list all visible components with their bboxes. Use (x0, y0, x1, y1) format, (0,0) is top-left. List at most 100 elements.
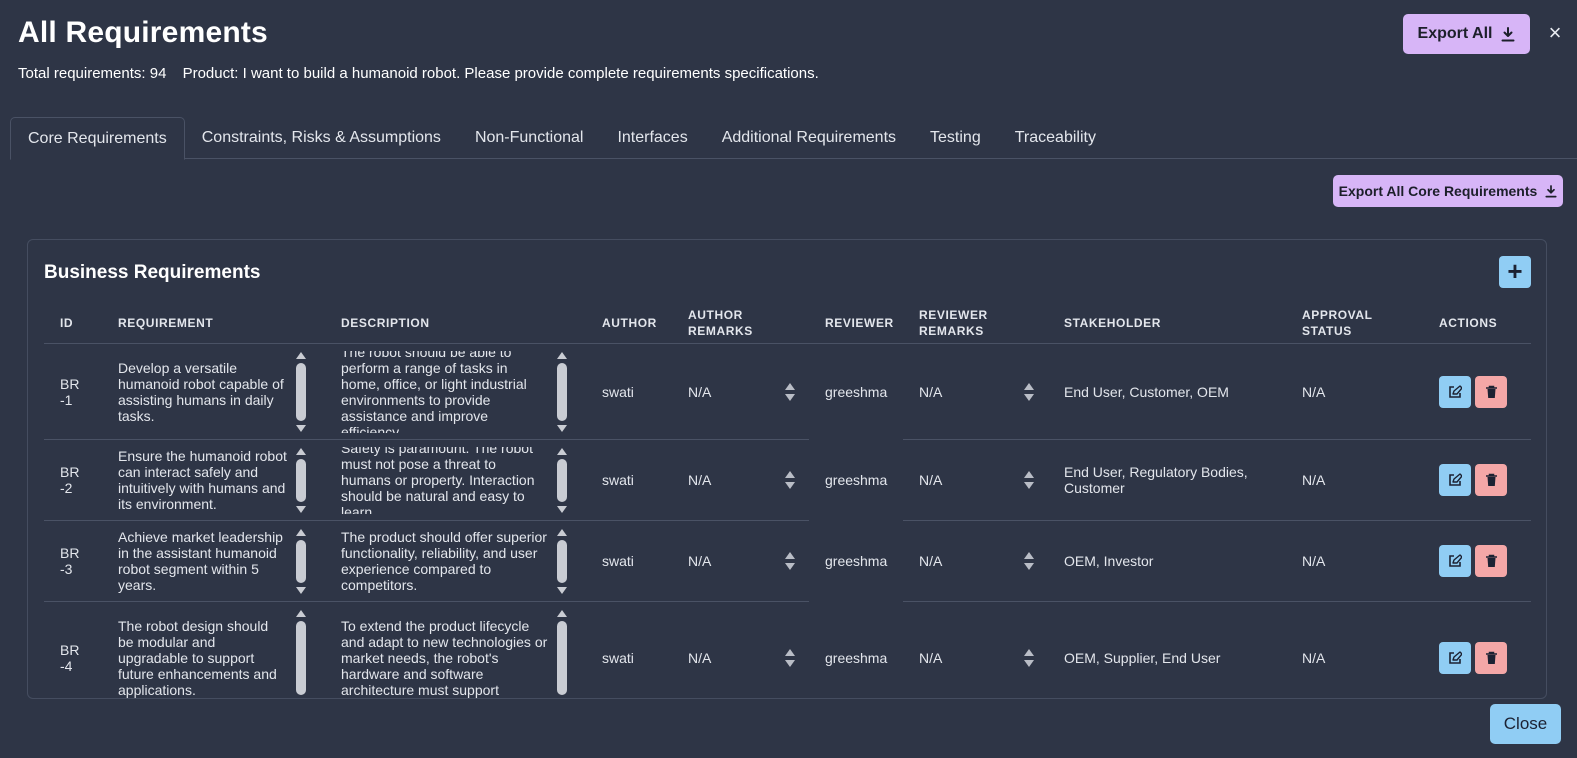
requirement-id: BR-3 (60, 545, 80, 577)
cell-stakeholder: End User, Regulatory Bodies, Customer (1048, 439, 1286, 521)
close-button[interactable]: Close (1490, 704, 1561, 744)
tab-additional-requirements[interactable]: Additional Requirements (705, 117, 913, 159)
scroll-up-icon[interactable] (296, 351, 306, 359)
scrollbar[interactable] (295, 609, 307, 698)
reviewer-text: greeshma (825, 383, 888, 400)
tab-traceability[interactable]: Traceability (998, 117, 1113, 159)
tab-bar: Core Requirements Constraints, Risks & A… (10, 117, 1577, 160)
delete-button[interactable] (1475, 641, 1507, 674)
scroll-thumb[interactable] (557, 362, 567, 421)
edit-button[interactable] (1439, 641, 1471, 674)
table-row: BR-4 The robot design should be modular a… (44, 602, 1531, 699)
scroll-down-icon[interactable] (557, 424, 567, 432)
tab-core-requirements[interactable]: Core Requirements (10, 117, 185, 160)
description-textarea[interactable]: The robot should be able to perform a ra… (341, 351, 570, 433)
scroll-up-icon[interactable] (557, 528, 567, 536)
table-row: BR-2 Ensure the humanoid robot can intera… (44, 439, 1531, 521)
description-text: To extend the product lifecycle and adap… (341, 617, 548, 698)
delete-button[interactable] (1475, 545, 1507, 577)
scrollbar[interactable] (556, 447, 568, 514)
page-subtitle: Total requirements: 94 Product: I want t… (18, 65, 831, 82)
description-textarea[interactable]: To extend the product lifecycle and adap… (341, 609, 570, 698)
col-header-reviewer: REVIEWER (809, 303, 903, 344)
edit-button[interactable] (1439, 545, 1471, 577)
scroll-thumb[interactable] (557, 620, 567, 695)
scroll-up-icon[interactable] (557, 447, 567, 455)
delete-button[interactable] (1475, 375, 1507, 408)
cell-reviewer: greeshma (809, 344, 903, 440)
author-remarks-select[interactable]: N/A (672, 520, 809, 602)
edit-button[interactable] (1439, 375, 1471, 408)
reviewer-remarks-select[interactable]: N/A (903, 602, 1048, 699)
trash-icon (1485, 554, 1497, 567)
scroll-thumb[interactable] (296, 362, 306, 421)
cell-description: Safety is paramount. The robot must not … (325, 439, 586, 521)
col-header-author: AUTHOR (586, 303, 672, 344)
tab-constraints-risks-assumptions[interactable]: Constraints, Risks & Assumptions (185, 117, 458, 159)
author-remarks-select[interactable]: N/A (672, 602, 809, 699)
scroll-down-icon[interactable] (296, 586, 306, 594)
col-header-stakeholder: STAKEHOLDER (1048, 303, 1286, 344)
requirement-textarea[interactable]: The robot design should be modular and u… (118, 609, 309, 698)
scrollbar[interactable] (556, 351, 568, 433)
edit-button[interactable] (1439, 464, 1471, 496)
scrollbar[interactable] (556, 609, 568, 698)
export-all-button[interactable]: Export All (1403, 14, 1530, 54)
scroll-thumb[interactable] (557, 458, 567, 502)
cell-actions (1423, 343, 1531, 440)
tab-non-functional[interactable]: Non-Functional (458, 117, 601, 159)
requirement-textarea[interactable]: Develop a versatile humanoid robot capab… (118, 351, 309, 433)
requirement-textarea[interactable]: Achieve market leadership in the assista… (118, 528, 309, 595)
approval-status-text: N/A (1302, 383, 1326, 400)
author-remarks-select[interactable]: N/A (672, 439, 809, 521)
scroll-thumb[interactable] (296, 458, 306, 502)
reviewer-text: greeshma (825, 472, 888, 488)
export-all-label: Export All (1417, 25, 1493, 42)
scroll-down-icon[interactable] (557, 505, 567, 513)
scroll-down-icon[interactable] (557, 586, 567, 594)
scroll-up-icon[interactable] (296, 528, 306, 536)
close-icon[interactable]: × (1543, 22, 1567, 46)
reviewer-remarks-select[interactable]: N/A (903, 520, 1048, 602)
edit-icon (1449, 651, 1462, 664)
scroll-thumb[interactable] (296, 539, 306, 583)
tab-testing[interactable]: Testing (913, 117, 998, 159)
scrollbar[interactable] (556, 528, 568, 595)
scroll-thumb[interactable] (296, 620, 306, 695)
add-requirement-button[interactable]: + (1499, 256, 1531, 288)
description-textarea[interactable]: Safety is paramount. The robot must not … (341, 447, 570, 514)
cell-requirement: Achieve market leadership in the assista… (102, 520, 325, 602)
scroll-thumb[interactable] (557, 539, 567, 583)
cell-reviewer: greeshma (809, 521, 903, 602)
scroll-up-icon[interactable] (296, 609, 306, 617)
delete-button[interactable] (1475, 464, 1507, 496)
stakeholder-text: End User, Regulatory Bodies, Customer (1064, 464, 1248, 496)
approval-status-text: N/A (1302, 472, 1326, 488)
scrollbar[interactable] (295, 528, 307, 595)
scroll-up-icon[interactable] (296, 447, 306, 455)
scroll-down-icon[interactable] (296, 424, 306, 432)
tab-interfaces[interactable]: Interfaces (600, 117, 704, 159)
author-remarks-select[interactable]: N/A (672, 343, 809, 440)
cell-reviewer: greeshma (809, 440, 903, 521)
export-core-requirements-button[interactable]: Export All Core Requirements (1333, 175, 1563, 207)
product-label: Product: I want to build a humanoid robo… (182, 65, 819, 82)
scrollbar[interactable] (295, 351, 307, 433)
scroll-down-icon[interactable] (296, 505, 306, 513)
reviewer-remarks-select[interactable]: N/A (903, 343, 1048, 440)
col-header-description: DESCRIPTION (325, 303, 586, 344)
cell-reviewer: greeshma (809, 602, 903, 699)
total-requirements-label: Total requirements: 94 (18, 65, 167, 82)
cell-author: swati (586, 439, 672, 521)
scrollbar[interactable] (295, 447, 307, 514)
requirements-table: ID REQUIREMENT DESCRIPTION AUTHOR AUTHOR… (44, 303, 1531, 699)
col-header-actions: ACTIONS (1423, 303, 1531, 344)
cell-id: BR-4 (44, 602, 102, 699)
requirement-textarea[interactable]: Ensure the humanoid robot can interact s… (118, 447, 309, 514)
scroll-up-icon[interactable] (557, 609, 567, 617)
page-title: All Requirements (18, 16, 1559, 50)
reviewer-remarks-select[interactable]: N/A (903, 439, 1048, 521)
reviewer-remarks-value: N/A (919, 383, 943, 400)
scroll-up-icon[interactable] (557, 351, 567, 359)
description-textarea[interactable]: The product should offer superior functi… (341, 528, 570, 595)
